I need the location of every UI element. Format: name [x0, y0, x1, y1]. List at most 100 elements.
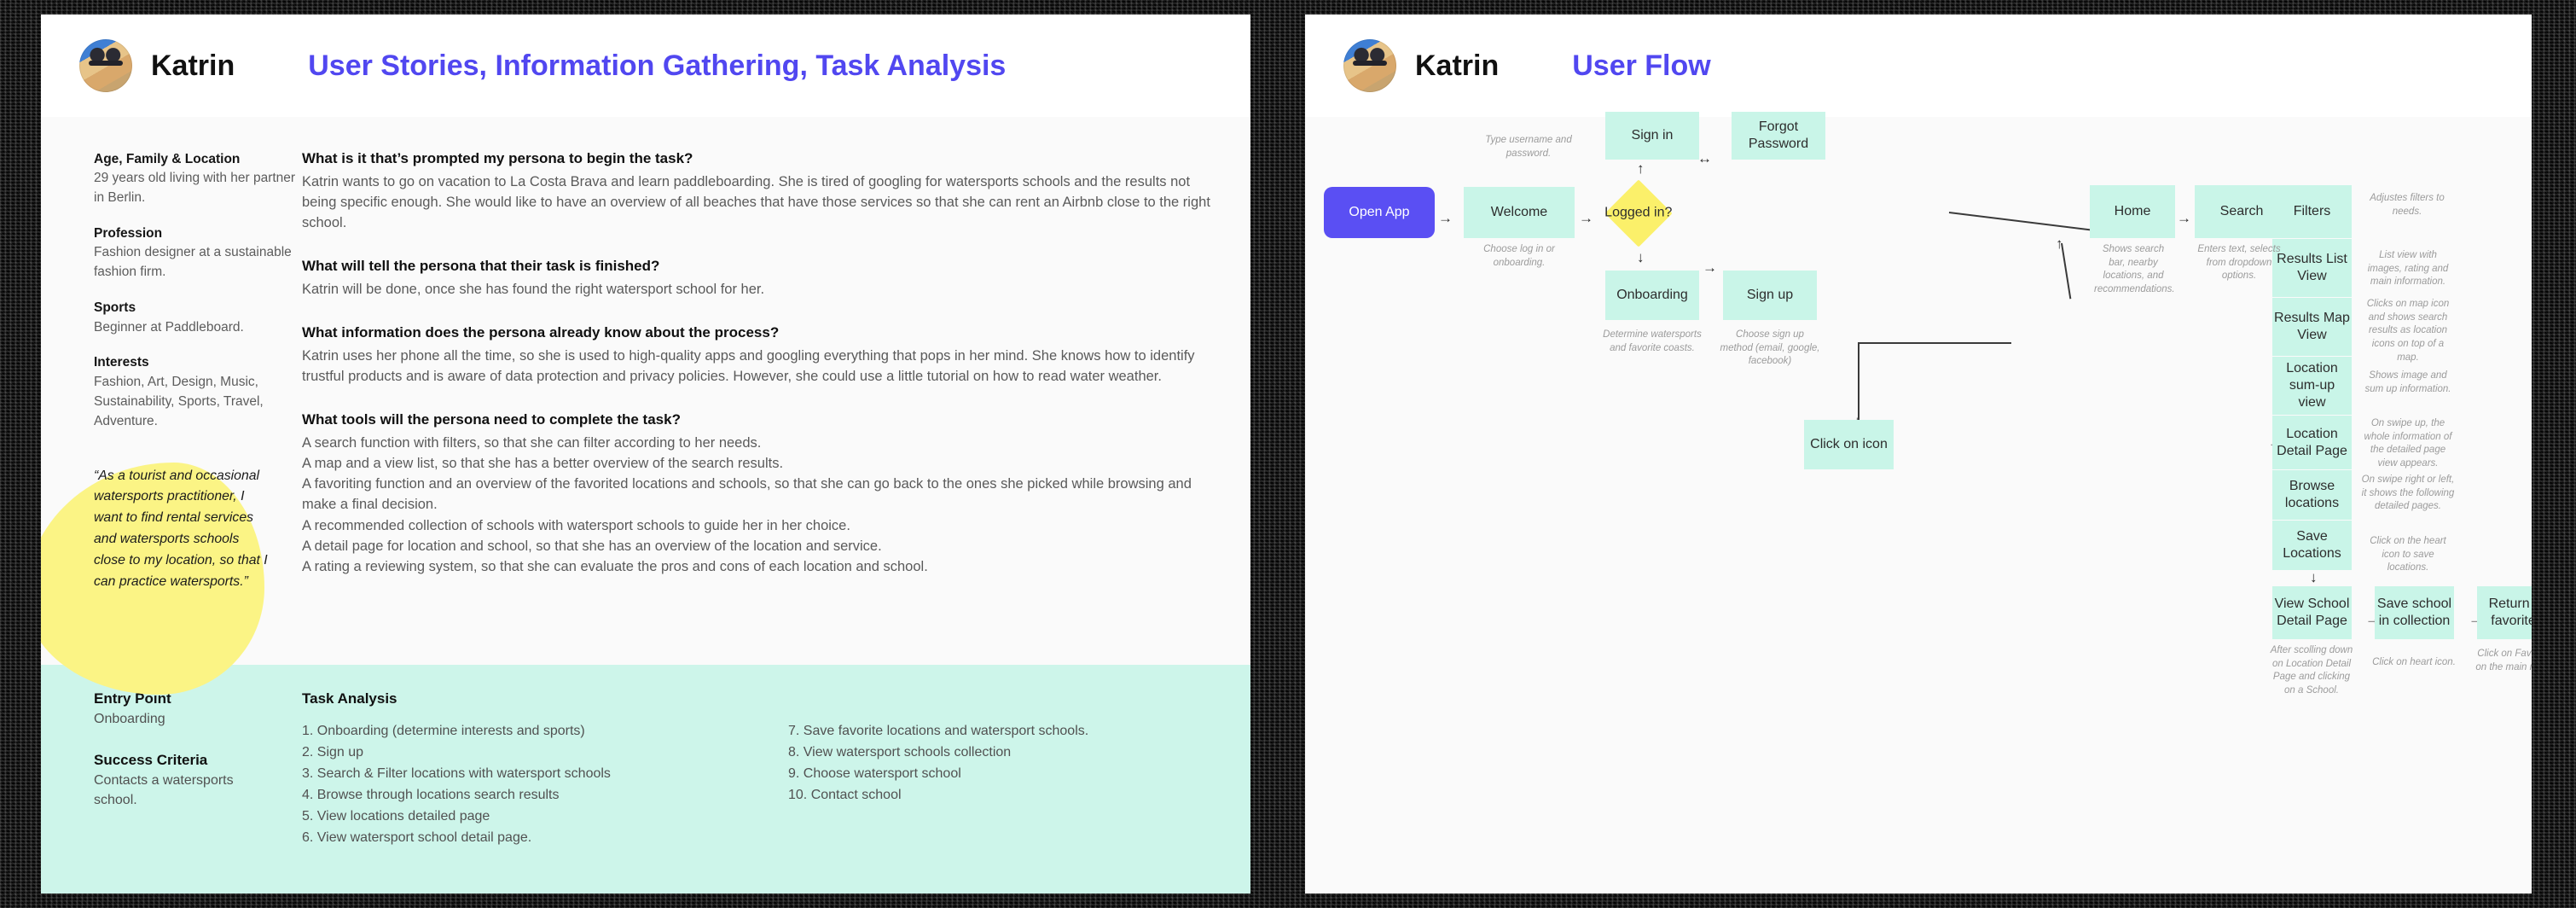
note-clicks-map-icon: Clicks on map icon and shows search resu… — [2366, 299, 2450, 363]
persona-avatar-icon — [1343, 39, 1396, 92]
task-item: 10. Contact school — [788, 787, 902, 802]
note-determine-watersports: Determine watersports and favorite coast… — [1603, 329, 1702, 353]
persona-quote: “As a tourist and occasional watersports… — [94, 468, 268, 590]
task-item: 3. Search & Filter locations with waters… — [302, 765, 611, 781]
fact-title: Interests — [94, 355, 149, 370]
fact-sports: Sports Beginner at Paddleboard. — [94, 298, 297, 337]
note-adjustes-filters: Adjustes filters to needs. — [2370, 193, 2445, 217]
arrow-save-viewschool: ↓ — [2310, 569, 2318, 585]
qa-question: What tools will the persona need to comp… — [302, 411, 681, 428]
node-home[interactable]: Home — [2090, 185, 2175, 238]
node-forgot-password[interactable]: Forgot Password — [1732, 112, 1825, 160]
entry-success-column: Entry Point Onboarding Success Criteria … — [41, 690, 297, 893]
qa-question: What is it that’s prompted my persona to… — [302, 150, 693, 166]
task-item: 4. Browse through locations search resul… — [302, 787, 560, 802]
qa-task-finished: What will tell the persona that their ta… — [302, 255, 1213, 300]
fact-value: 29 years old living with her partner in … — [94, 171, 296, 206]
node-welcome[interactable]: Welcome — [1464, 187, 1575, 238]
node-label: Logged in? — [1604, 206, 1673, 221]
connector-click-icon-vertical — [1858, 342, 1859, 422]
task-analysis-title: Task Analysis — [302, 690, 397, 707]
page-title: User Stories, Information Gathering, Tas… — [308, 49, 1007, 82]
task-item: 2. Sign up — [302, 744, 364, 760]
arrow-logged-onboarding: ↓ — [1637, 249, 1645, 265]
task-item: 6. View watersport school detail page. — [302, 829, 532, 845]
qa-answer: Katrin will be done, once she has found … — [302, 281, 765, 297]
node-view-school-detail-page[interactable]: View School Detail Page — [2272, 586, 2352, 639]
node-save-locations[interactable]: Save Locations — [2272, 521, 2352, 570]
node-label: Click on icon — [1810, 437, 1888, 452]
node-onboarding[interactable]: Onboarding — [1605, 271, 1699, 320]
fact-value: Fashion designer at a sustainable fashio… — [94, 245, 292, 280]
task-analysis-column-1: 1. Onboarding (determine interests and s… — [302, 721, 788, 849]
arrow-signup-home: ↑ — [2056, 236, 2063, 252]
qa-prompted-task: What is it that’s prompted my persona to… — [302, 148, 1213, 233]
arrow-home-search: → — [2177, 210, 2191, 226]
node-click-on-icon[interactable]: Click on icon — [1804, 420, 1894, 469]
right-board-header: Katrin User Flow — [1305, 15, 2532, 117]
arrow-welcome-logged: → — [1579, 210, 1593, 226]
note-type-username: Type username and password. — [1485, 135, 1572, 159]
node-label: Open App — [1349, 205, 1410, 220]
persona-name: Katrin — [1415, 49, 1500, 82]
arrow-signin-forgot: ↔ — [1697, 150, 1712, 166]
note-list-view: List view with images, rating and main i… — [2367, 250, 2449, 288]
entry-point-title: Entry Point — [94, 690, 171, 707]
node-results-map-view[interactable]: Results Map View — [2272, 298, 2352, 356]
node-return-to-favorites[interactable]: Return to favorites — [2477, 586, 2532, 639]
arrow-logged-signin: ↑ — [1637, 160, 1645, 177]
note-choose-signup: Choose sign up method (email, google, fa… — [1720, 329, 1820, 367]
page-title: User Flow — [1572, 49, 1711, 82]
node-sign-in[interactable]: Sign in — [1605, 112, 1699, 160]
node-filters[interactable]: Filters — [2272, 185, 2352, 238]
note-click-heart-save: Click on the heart icon to save location… — [2370, 536, 2446, 573]
node-save-school-in-collection[interactable]: Save school in collection — [2375, 586, 2454, 639]
fact-title: Age, Family & Location — [94, 152, 241, 166]
task-item: 1. Onboarding (determine interests and s… — [302, 724, 585, 738]
node-label: Sign in — [1631, 128, 1674, 143]
qa-question: What will tell the persona that their ta… — [302, 258, 660, 275]
success-criteria-value: Contacts a watersports school. — [94, 772, 234, 808]
tool-item: A recommended collection of schools with… — [302, 517, 850, 533]
task-analysis-block: Task Analysis 1. Onboarding (determine i… — [297, 690, 1250, 893]
note-on-swipe-up: On swipe up, the whole information of th… — [2364, 418, 2452, 469]
node-label: Welcome — [1490, 205, 1548, 220]
node-label: Save Locations — [2283, 529, 2341, 561]
node-browse-locations[interactable]: Browse locations — [2272, 470, 2352, 520]
persona-sidebar: Age, Family & Location 29 years old livi… — [41, 117, 297, 695]
node-location-sum-up-view[interactable]: Location sum-up view — [2272, 357, 2352, 415]
qa-known-process: What information does the persona alread… — [302, 322, 1213, 387]
fact-interests: Interests Fashion, Art, Design, Music, S… — [94, 352, 297, 431]
node-sign-up[interactable]: Sign up — [1723, 271, 1817, 320]
arrow-openapp-welcome: → — [1438, 210, 1453, 226]
node-label: View School Detail Page — [2274, 597, 2350, 628]
node-label: Return to favorites — [2488, 597, 2532, 628]
tool-item: A search function with filters, so that … — [302, 434, 762, 451]
boards-container: Katrin User Stories, Information Gatheri… — [0, 0, 2576, 908]
node-label: Onboarding — [1616, 288, 1688, 303]
node-label: Results Map View — [2274, 311, 2350, 342]
fact-age-family-location: Age, Family & Location 29 years old livi… — [94, 149, 297, 208]
node-logged-in-decision[interactable]: Logged in? — [1604, 179, 1673, 247]
note-shows-image: Shows image and sum up information. — [2364, 370, 2451, 394]
note-click-favorites: Click on Favorites on the main menu. — [2475, 649, 2532, 672]
tool-item: A rating a reviewing system, so that she… — [302, 559, 928, 574]
tool-item: A detail page for location and school, s… — [302, 538, 882, 554]
node-label: Save school in collection — [2376, 597, 2452, 628]
note-choose-login: Choose log in or onboarding. — [1483, 244, 1555, 268]
task-item: 7. Save favorite locations and waterspor… — [788, 724, 1089, 738]
qa-answer: Katrin wants to go on vacation to La Cos… — [302, 173, 1210, 231]
node-label: Forgot Password — [1748, 119, 1809, 151]
node-label: Location sum-up view — [2286, 361, 2338, 410]
user-flow-board: Katrin User Flow → → ↑ ↓ ↔ → → ↑ → → ↓ ↓… — [1305, 15, 2532, 893]
task-item: 9. Choose watersport school — [788, 765, 961, 781]
qa-tools-needed: What tools will the persona need to comp… — [302, 409, 1213, 577]
user-stories-board: Katrin User Stories, Information Gatheri… — [41, 15, 1250, 893]
node-open-app[interactable]: Open App — [1324, 187, 1435, 238]
entry-point-block: Entry Point Onboarding — [94, 690, 297, 730]
node-location-detail-page[interactable]: Location Detail Page — [2272, 416, 2352, 469]
task-item: 8. View watersport schools collection — [788, 744, 1012, 760]
note-click-heart-icon: Click on heart icon. — [2372, 657, 2456, 667]
left-board-header: Katrin User Stories, Information Gatheri… — [41, 15, 1250, 117]
user-flow-diagram: → → ↑ ↓ ↔ → → ↑ → → ↓ ↓ ↓ ↓ ↓ → ↓ ↓ ↓ → … — [1305, 112, 2532, 893]
